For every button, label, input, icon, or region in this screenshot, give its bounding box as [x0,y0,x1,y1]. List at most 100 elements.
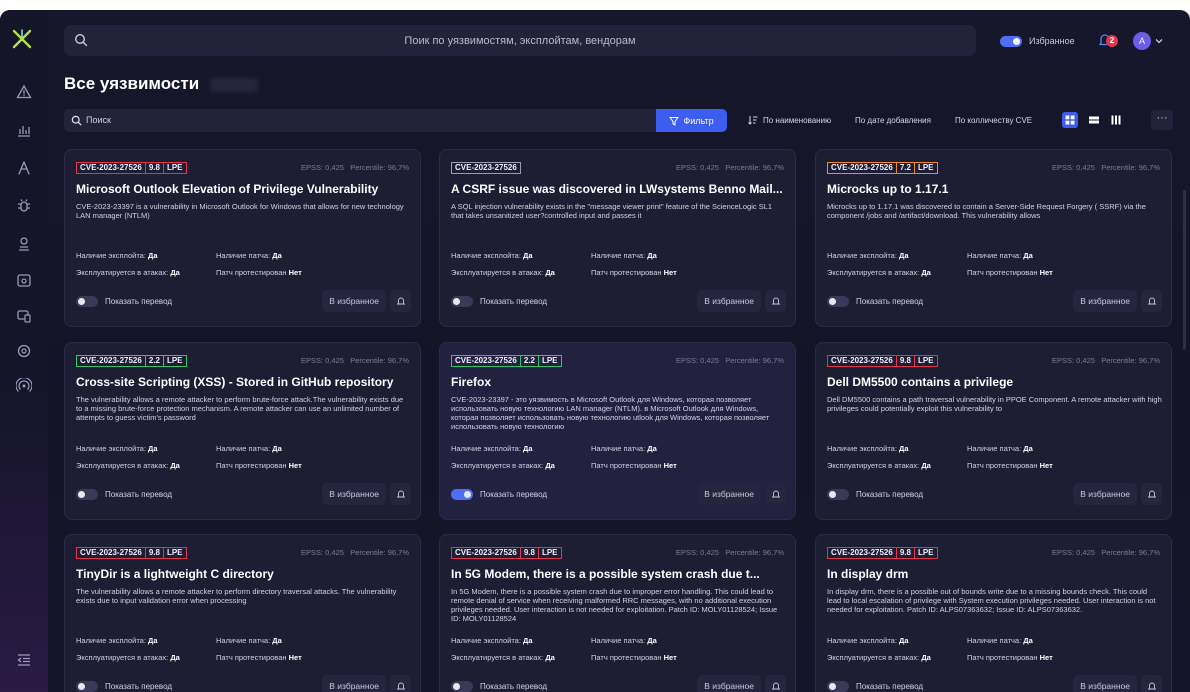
more-options-button[interactable]: ··· [1151,110,1173,130]
exploit-status: Наличие эксплойта: Да [827,251,909,260]
scrollbar[interactable] [1183,190,1186,350]
subscribe-button[interactable] [390,290,411,312]
exploit-status: Наличие эксплойта: Да [451,251,533,260]
cve-id: CVE-2023-27526 [76,547,146,559]
add-to-favorites-button[interactable]: В избранное [1073,483,1137,505]
card-title[interactable]: Firefox [451,375,786,389]
chevron-down-icon[interactable] [1155,37,1163,45]
avatar[interactable]: А [1133,32,1151,50]
translation-toggle[interactable] [76,296,98,307]
card-title[interactable]: Microcks up to 1.17.1 [827,182,1162,196]
tested-label: Патч протестирован [967,653,1038,662]
subscribe-button[interactable] [765,675,786,692]
add-to-favorites-button[interactable]: В избранное [322,290,386,312]
percentile-value: Percentile: 96,7% [725,356,784,365]
subscribe-button[interactable] [765,290,786,312]
card-title[interactable]: TinyDir is a lightweight C directory [76,567,411,581]
tested-value: Нет [663,268,677,277]
subscribe-button[interactable] [1141,483,1162,505]
translation-label: Показать перевод [105,297,173,306]
card-title[interactable]: A CSRF issue was discovered in LWsystems… [451,182,786,196]
devices-icon[interactable] [14,306,34,326]
translation-toggle[interactable] [76,489,98,500]
add-to-favorites-button[interactable]: В избранное [1073,675,1137,692]
vulnerability-card[interactable]: CVE-2023-27526 2.2 LPE EPSS: 0,425 Percenti… [64,342,421,520]
subscribe-button[interactable] [765,483,786,505]
sort-icon [748,116,758,125]
sort-by-date[interactable]: По дате добавления [855,116,931,125]
signal-icon[interactable] [14,376,34,396]
translation-toggle[interactable] [827,296,849,307]
attacks-status: Эксплуатируется в атаках: Да [827,461,931,470]
vulnerability-card[interactable]: CVE-2023-27526 9.8 LPE EPSS: 0,425 Percenti… [439,534,796,692]
settings-icon[interactable] [14,341,34,361]
exploit-value: Да [148,251,158,260]
translation-toggle[interactable] [451,681,473,692]
patch-status: Наличие патча: Да [591,251,657,260]
cvss-score: 9.8 [145,547,164,559]
translation-label: Показать перевод [856,490,924,499]
exploit-value: Да [523,636,533,645]
cve-badge: CVE-2023-27526 [451,162,521,174]
filter-button[interactable]: Фильтр [656,109,727,132]
subscribe-button[interactable] [1141,675,1162,692]
card-description: Dell DM5500 contains a path traversal vu… [827,395,1162,413]
sort-by-cve-count[interactable]: По колличеству CVE [955,116,1032,125]
translation-toggle[interactable] [76,681,98,692]
translation-toggle[interactable] [827,681,849,692]
vulnerability-card[interactable]: CVE-2023-27526 9.8 LPE EPSS: 0,425 Percenti… [64,534,421,692]
global-search-input[interactable]: Поик по уязвимостям, эксплойтам, вендора… [64,25,976,56]
subscribe-button[interactable] [1141,290,1162,312]
grid-view-button[interactable] [1062,112,1078,128]
subscribe-button[interactable] [390,675,411,692]
translation-label: Показать перевод [856,297,924,306]
list-view-button[interactable] [1086,112,1102,128]
exploit-icon[interactable] [14,158,34,178]
attacks-label: Эксплуатируется в атаках: [451,268,544,277]
attacks-status: Эксплуатируется в атаках: Да [827,653,931,662]
add-to-favorites-button[interactable]: В избранное [322,483,386,505]
columns-view-button[interactable] [1108,112,1124,128]
add-to-favorites-button[interactable]: В избранное [697,290,761,312]
card-title[interactable]: Microsoft Outlook Elevation of Privilege… [76,182,411,196]
translation-toggle[interactable] [451,489,473,500]
exploit-value: Да [899,636,909,645]
add-to-favorites-button[interactable]: В избранное [322,675,386,692]
vulnerability-card[interactable]: CVE-2023-27526 EPSS: 0,425 Percentile: 96… [439,149,796,327]
favorites-toggle[interactable] [1000,36,1022,47]
tested-label: Патч протестирован [216,268,287,277]
tested-value: Нет [288,653,302,662]
tested-status: Патч протестирован Нет [967,653,1053,662]
add-to-favorites-button[interactable]: В избранное [697,483,761,505]
translation-toggle[interactable] [827,489,849,500]
card-title[interactable]: Dell DM5500 contains a privilege [827,375,1162,389]
card-title[interactable]: Cross-site Scripting (XSS) - Stored in G… [76,375,411,389]
add-to-favorites-button[interactable]: В избранное [1073,290,1137,312]
chart-icon[interactable] [14,120,34,140]
card-title[interactable]: In 5G Modem, there is a possible system … [451,567,786,581]
vulnerability-card[interactable]: CVE-2023-27526 9.8 LPE EPSS: 0,425 Percenti… [815,534,1172,692]
attacks-label: Эксплуатируется в атаках: [76,268,169,277]
vulnerability-search-input[interactable]: Поиск [64,109,656,132]
exploit-value: Да [148,444,158,453]
collapse-sidebar-icon[interactable] [14,650,34,670]
calendar-icon[interactable] [14,270,34,290]
bug-icon[interactable] [14,196,34,216]
vulnerability-card[interactable]: CVE-2023-27526 7.2 LPE EPSS: 0,425 Percenti… [815,149,1172,327]
vulnerability-card[interactable]: CVE-2023-27526 9.8 LPE EPSS: 0,425 Percenti… [815,342,1172,520]
user-icon[interactable] [14,234,34,254]
exploit-status: Наличие эксплойта: Да [827,444,909,453]
translation-toggle[interactable] [451,296,473,307]
epss-value: EPSS: 0,425 [300,163,344,172]
sort-by-name[interactable]: По наименованию [763,116,831,125]
subscribe-button[interactable] [390,483,411,505]
vulnerability-card[interactable]: CVE-2023-27526 2.2 LPE EPSS: 0,425 Percenti… [439,342,796,520]
title-count-blur [210,78,258,92]
exploit-label: Наличие эксплойта: [451,251,521,260]
tested-status: Патч протестирован Нет [967,268,1053,277]
card-title[interactable]: In display drm [827,567,1162,581]
warning-icon[interactable] [14,82,34,102]
tested-label: Патч протестирован [591,461,662,470]
add-to-favorites-button[interactable]: В избранное [697,675,761,692]
vulnerability-card[interactable]: CVE-2023-27526 9.8 LPE EPSS: 0,425 Percenti… [64,149,421,327]
